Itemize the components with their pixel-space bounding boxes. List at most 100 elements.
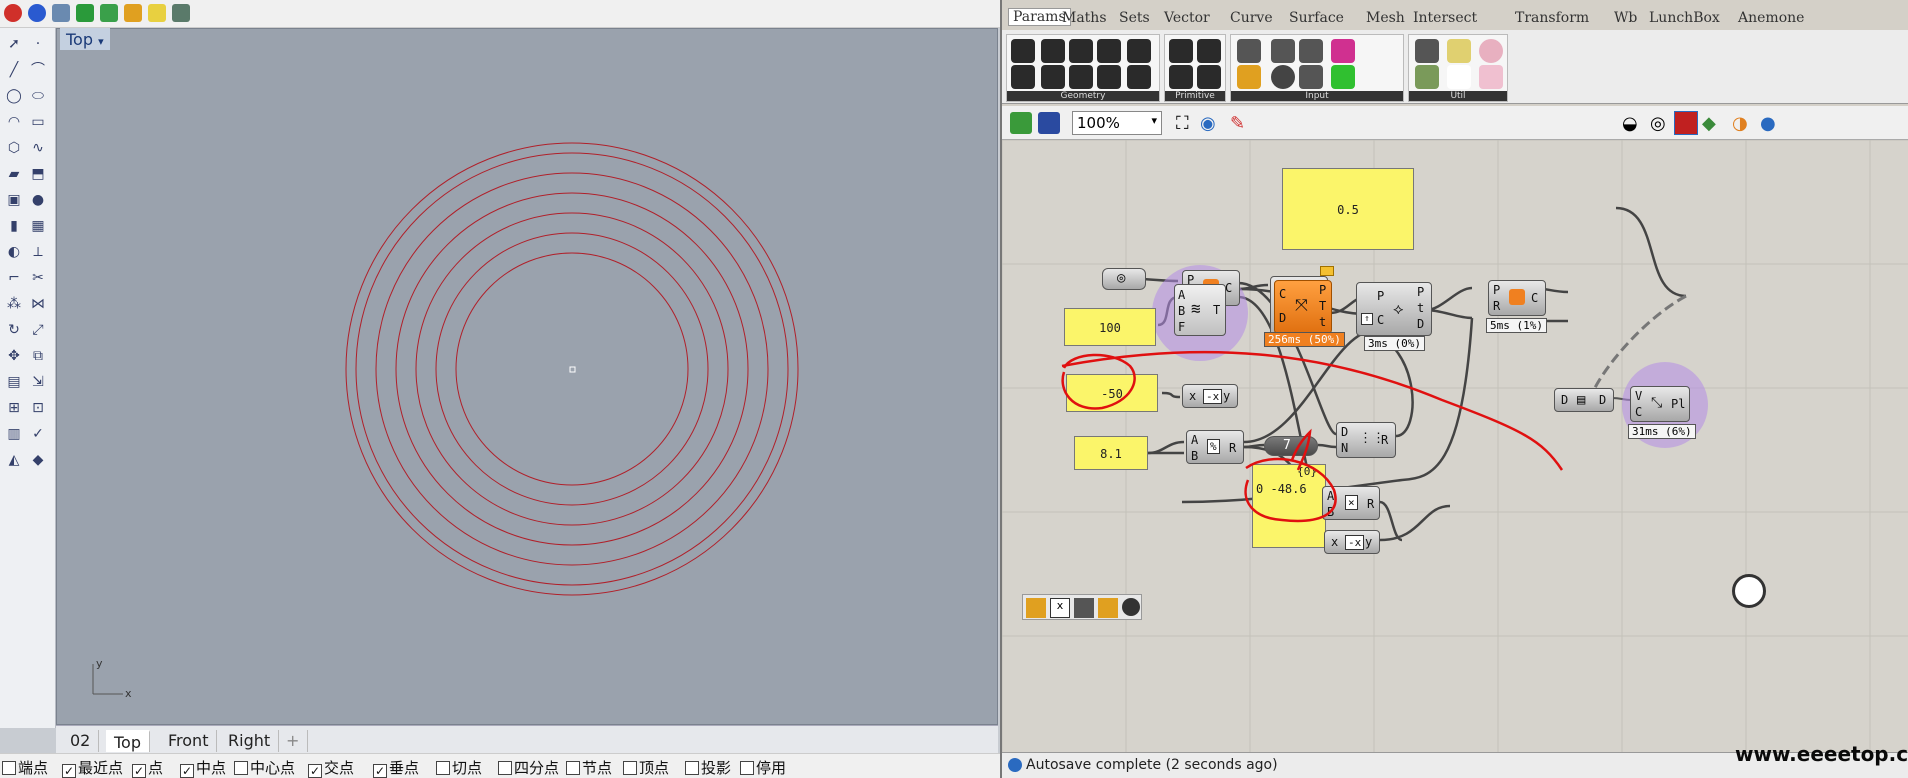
zoom-widget-icon[interactable] — [1732, 574, 1766, 608]
render-tool-icon[interactable]: ◭ — [4, 450, 24, 470]
import-icon[interactable] — [1237, 39, 1261, 63]
abc-text-icon[interactable] — [1447, 65, 1471, 89]
tab-curve[interactable]: Curve — [1230, 10, 1273, 26]
panel-output[interactable]: {0} 0 -48.6 — [1252, 464, 1326, 548]
select-icon[interactable] — [148, 4, 166, 22]
group-icon[interactable]: ⁂ — [4, 294, 24, 314]
osnap-12[interactable]: 停用 — [740, 757, 786, 778]
osnap-checkbox[interactable] — [436, 761, 450, 775]
integer-param-node[interactable]: 7 — [1264, 436, 1318, 456]
tab-right[interactable]: Right — [220, 730, 280, 752]
arc-icon[interactable]: ◠ — [4, 112, 24, 132]
mirror-icon[interactable]: ⧉ — [28, 346, 48, 366]
circle-curve[interactable] — [415, 212, 729, 526]
plugin-icon[interactable] — [100, 4, 118, 22]
circle-curve[interactable] — [395, 192, 749, 546]
tab-transform[interactable]: Transform — [1515, 10, 1589, 26]
scale-icon[interactable]: ⤢ — [28, 320, 48, 340]
wireframe-icon[interactable]: ◎ — [1650, 113, 1666, 134]
preview-eye-icon[interactable]: ◉ — [1200, 113, 1216, 134]
preview-mode-icon[interactable]: ◒ — [1622, 113, 1638, 134]
panel-neg50[interactable]: -50 — [1066, 374, 1158, 412]
circle-icon[interactable]: ◯ — [4, 86, 24, 106]
circle-curve[interactable] — [355, 152, 789, 586]
add-tab-button[interactable]: + — [278, 730, 309, 752]
sphere-icon[interactable] — [4, 4, 22, 22]
osnap-4[interactable]: 中心点 — [234, 757, 295, 778]
slider-icon[interactable] — [1237, 65, 1261, 89]
circle-curve[interactable] — [455, 252, 689, 486]
osnap-checkbox[interactable] — [2, 761, 16, 775]
shaded-preview-icon[interactable] — [1674, 111, 1698, 135]
layer-icon[interactable] — [172, 4, 190, 22]
mesh-icon[interactable] — [52, 4, 70, 22]
osnap-checkbox[interactable]: ✓ — [132, 764, 146, 778]
integer-param-icon[interactable] — [1197, 39, 1221, 63]
polygon-icon[interactable]: ⬡ — [4, 138, 24, 158]
plane-normal-node[interactable]: V C ⤡ Pl — [1630, 386, 1690, 422]
osnap-checkbox[interactable]: ✓ — [308, 764, 322, 778]
osnap-1[interactable]: ✓ 最近点 — [62, 757, 123, 778]
panel-0-5[interactable]: 0.5 — [1282, 168, 1414, 250]
point-icon[interactable]: · — [28, 34, 48, 54]
osnap-checkbox[interactable]: ✓ — [180, 764, 194, 778]
tab-maths[interactable]: Maths — [1062, 10, 1107, 26]
osnap-2[interactable]: ✓ 点 — [132, 757, 163, 778]
orient-icon[interactable]: ⇲ — [28, 372, 48, 392]
circle-curve[interactable] — [375, 172, 769, 566]
osnap-0[interactable]: 端点 — [2, 757, 48, 778]
osnap-checkbox[interactable] — [685, 761, 699, 775]
division-node[interactable]: A B % R — [1186, 430, 1244, 464]
tab-sets[interactable]: Sets — [1119, 10, 1150, 26]
warning-icon[interactable] — [124, 4, 142, 22]
panel-100[interactable]: 100 — [1064, 308, 1156, 346]
grasshopper-icon[interactable] — [76, 4, 94, 22]
curve-icon[interactable]: ∿ — [28, 138, 48, 158]
tab-vector[interactable]: Vector — [1164, 10, 1210, 26]
circle-curve[interactable] — [435, 232, 709, 506]
circle-curve[interactable] — [345, 142, 799, 596]
osnap-checkbox[interactable] — [234, 761, 248, 775]
material-icon[interactable]: ◑ — [1732, 113, 1748, 134]
number-param-icon[interactable] — [1169, 65, 1193, 89]
list-icon[interactable] — [1299, 65, 1323, 89]
brep-param-icon[interactable] — [1069, 39, 1093, 63]
tab-intersect[interactable]: Intersect — [1413, 10, 1477, 26]
surface-icon[interactable]: ▰ — [4, 164, 24, 184]
negative-node[interactable]: x -x y — [1182, 384, 1238, 408]
snap-icon[interactable]: ⊡ — [28, 398, 48, 418]
viewport-menu-chevron-icon[interactable]: ▾ — [98, 35, 104, 48]
surface-param-icon[interactable] — [1127, 39, 1151, 63]
zoom-select[interactable]: 100% ▾ — [1072, 111, 1162, 135]
mesh-param-icon[interactable] — [1069, 65, 1093, 89]
grasshopper-canvas[interactable]: 0.5 100 -50 8.1 {0} 0 -48.6 ◎ P R C C D … — [1002, 140, 1908, 752]
tab-top[interactable]: Top — [106, 730, 150, 752]
tween-node[interactable]: A B F ≋ T — [1174, 284, 1226, 336]
spiral-param-node[interactable]: ◎ — [1102, 268, 1146, 290]
flask-icon[interactable] — [1479, 65, 1503, 89]
slider-quick-icon[interactable] — [1026, 598, 1046, 618]
osnap-11[interactable]: 投影 — [685, 757, 731, 778]
trim-icon[interactable]: ✂ — [28, 268, 48, 288]
multiplication-node[interactable]: A B × R — [1322, 486, 1380, 520]
curve-param-icon[interactable] — [1011, 65, 1035, 89]
import-quick-icon[interactable] — [1074, 598, 1094, 618]
osnap-checkbox[interactable] — [623, 761, 637, 775]
graph-quick-icon[interactable] — [1098, 598, 1118, 618]
selected-preview-icon[interactable]: ◆ — [1702, 113, 1716, 134]
osnap-9[interactable]: 节点 — [566, 757, 612, 778]
extrude-icon[interactable]: ⬒ — [28, 164, 48, 184]
cylinder-icon[interactable]: ▮ — [4, 216, 24, 236]
spiral-quick-icon[interactable] — [1122, 598, 1140, 616]
tab-02[interactable]: 02 — [62, 730, 100, 752]
tab-lunchbox[interactable]: LunchBox — [1649, 10, 1720, 26]
osnap-3[interactable]: ✓ 中点 — [180, 757, 226, 778]
open-file-icon[interactable] — [1010, 112, 1032, 134]
osnap-checkbox[interactable] — [740, 761, 754, 775]
zoom-extents-icon[interactable]: ⛶ — [1176, 113, 1189, 134]
sphere-preview-icon[interactable]: ● — [1760, 113, 1776, 134]
boolean-param-icon[interactable] — [1169, 39, 1193, 63]
preview-icon[interactable] — [1479, 39, 1503, 63]
tab-anemone[interactable]: Anemone — [1738, 10, 1804, 26]
render-icon[interactable] — [28, 4, 46, 22]
